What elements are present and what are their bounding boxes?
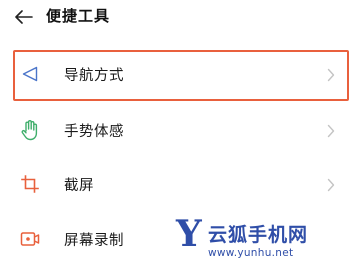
watermark: Y 云狐手机网 www.yunhu.net — [168, 216, 354, 280]
watermark-logo: Y — [176, 213, 202, 255]
hand-gesture-icon — [18, 118, 42, 142]
screen-record-icon — [18, 227, 42, 251]
crop-icon — [18, 172, 42, 196]
header-bar: 便捷工具 — [0, 0, 354, 36]
list-item-navigation-mode[interactable]: 导航方式 — [0, 50, 354, 100]
list-item-label: 手势体感 — [64, 124, 124, 140]
navigation-triangle-icon — [18, 62, 42, 86]
list-item-screenshot[interactable]: 截屏 — [0, 160, 354, 210]
chevron-right-icon — [324, 64, 338, 86]
watermark-brand: 云狐手机网 — [208, 224, 309, 246]
list-item-label: 导航方式 — [64, 68, 124, 84]
watermark-url: www.yunhu.net — [208, 247, 294, 259]
back-button[interactable] — [10, 4, 38, 30]
arrow-left-icon — [15, 10, 33, 24]
list-item-gesture-motion[interactable]: 手势体感 — [0, 106, 354, 156]
chevron-right-icon — [324, 120, 338, 142]
chevron-right-icon — [324, 174, 338, 196]
list-item-label: 截屏 — [64, 178, 94, 194]
page-title: 便捷工具 — [46, 7, 111, 25]
list-item-label: 屏幕录制 — [64, 233, 124, 249]
